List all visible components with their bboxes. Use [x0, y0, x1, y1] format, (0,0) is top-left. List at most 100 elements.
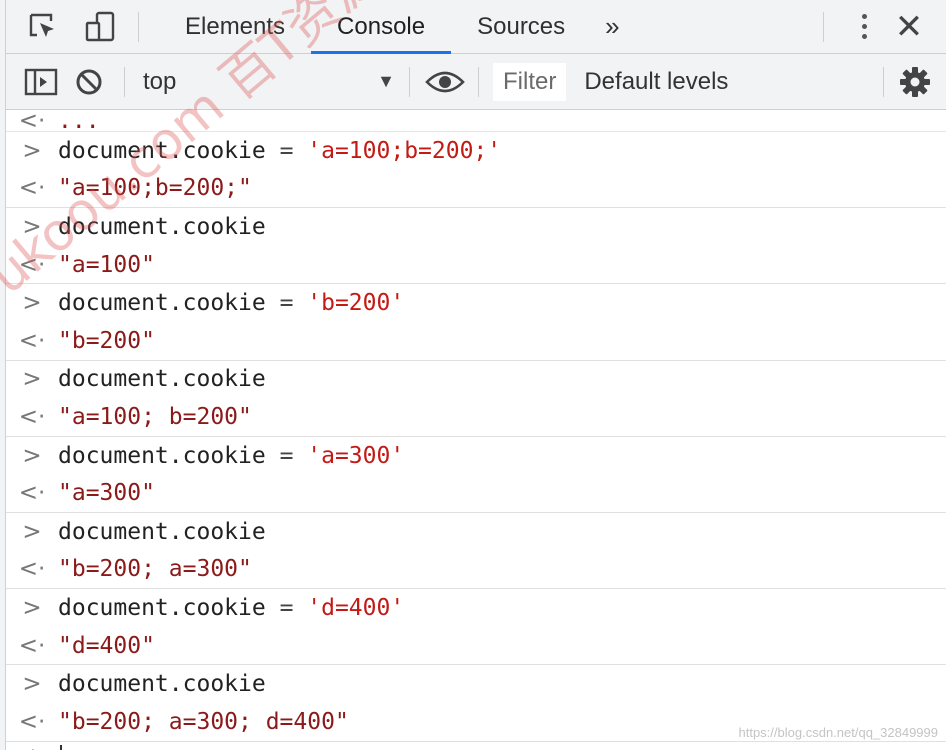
device-toolbar-icon[interactable] — [80, 7, 122, 47]
result-arrow-icon: <· — [18, 327, 46, 354]
console-entries: > document.cookie = 'a=100;b=200;' <· "a=10… — [6, 132, 946, 742]
input-text: document.cookie — [58, 671, 266, 697]
console-input-row: > document.cookie = 'd=400' — [6, 589, 946, 627]
caret-down-icon: ▼ — [377, 71, 395, 91]
console-input-row: > document.cookie — [6, 665, 946, 703]
eye-icon[interactable] — [424, 62, 466, 102]
expression: document.cookie — [58, 442, 266, 469]
console-toolbar: top ▼ Filter Default levels — [6, 54, 946, 110]
input-chevron-icon: > — [22, 671, 42, 698]
expression: document.cookie — [58, 213, 266, 240]
console-entry: > document.cookie <· "a=100; b=200" — [6, 361, 946, 437]
expression: document.cookie — [58, 366, 266, 393]
result-text: "a=100; b=200" — [58, 403, 252, 430]
input-chevron-icon: > — [22, 366, 42, 393]
console-input-row: > document.cookie = 'b=200' — [6, 284, 946, 322]
input-chevron-icon: > — [22, 137, 42, 164]
expression: document.cookie — [58, 290, 266, 317]
result-text: "b=200; a=300" — [58, 556, 252, 583]
console-input-row: > document.cookie — [6, 361, 946, 399]
tabbar-separator-right — [823, 11, 824, 42]
result-arrow-icon: <· — [18, 251, 46, 278]
operator: = — [265, 290, 308, 317]
expression: document.cookie — [58, 671, 266, 698]
result-text: "b=200" — [58, 327, 155, 354]
console-result-row: <· ... — [6, 110, 946, 134]
tab-sources[interactable]: Sources — [451, 0, 591, 53]
console-result-row: <· "a=100; b=200" — [6, 398, 946, 436]
input-text: document.cookie = 'a=100;b=200;' — [58, 138, 501, 164]
input-chevron-icon: > — [22, 518, 42, 545]
toolbar-separator-4 — [883, 66, 884, 97]
console-result-row: <· "a=100;b=200;" — [6, 170, 946, 208]
console-result-row: <· "a=100" — [6, 246, 946, 284]
input-text: document.cookie — [58, 214, 266, 240]
more-options-icon[interactable] — [844, 7, 884, 47]
result-text: "b=200; a=300; d=400" — [58, 708, 349, 735]
input-chevron-icon: > — [22, 442, 42, 469]
result-arrow-icon: <· — [18, 632, 46, 659]
console-entry: > document.cookie <· "b=200; a=300" — [6, 513, 946, 590]
log-levels-dropdown[interactable]: Default levels — [584, 68, 728, 96]
more-tabs-button[interactable]: » — [605, 11, 620, 42]
result-arrow-icon: <· — [18, 480, 46, 507]
toolbar-separator-2 — [409, 66, 410, 97]
toolbar-separator — [124, 66, 125, 97]
input-text: document.cookie — [58, 519, 266, 545]
input-chevron-icon: > — [22, 594, 42, 621]
input-text: document.cookie — [58, 366, 266, 392]
sidebar-toggle-icon[interactable] — [20, 62, 62, 102]
operator: = — [265, 137, 308, 164]
input-chevron-icon: > — [22, 213, 42, 240]
result-arrow-icon: <· — [18, 708, 46, 735]
console-input-row: > document.cookie — [6, 513, 946, 551]
text-caret — [60, 744, 62, 750]
clear-console-icon[interactable] — [68, 62, 110, 102]
devtools-tabbar: Elements Console Sources » ✕ — [6, 0, 946, 54]
filter-input[interactable]: Filter — [493, 62, 567, 101]
console-result-row: <· "b=200; a=300" — [6, 551, 946, 589]
credit-watermark: https://blog.csdn.net/qq_32849999 — [738, 725, 939, 740]
expression: document.cookie — [58, 518, 266, 545]
console-input-row: > document.cookie = 'a=100;b=200;' — [6, 132, 946, 170]
console-entry: > document.cookie = 'b=200' <· "b=200" — [6, 284, 946, 361]
tab-elements[interactable]: Elements — [159, 0, 311, 53]
inspect-element-icon[interactable] — [22, 7, 64, 47]
console-entry: > document.cookie <· "a=100" — [6, 208, 946, 285]
operator: = — [265, 594, 308, 621]
string-literal: 'd=400' — [307, 594, 405, 621]
result-arrow-icon: <· — [18, 403, 46, 430]
tab-console[interactable]: Console — [311, 0, 452, 54]
result-text: ... — [58, 110, 100, 134]
result-arrow-icon: <· — [18, 556, 46, 583]
console-result-row: <· "b=200" — [6, 322, 946, 360]
close-devtools-button[interactable]: ✕ — [884, 7, 934, 47]
console-result-row: <· "a=300" — [6, 474, 946, 512]
result-arrow-icon: <· — [18, 110, 46, 134]
gear-icon[interactable] — [894, 62, 936, 102]
expression: document.cookie — [58, 594, 266, 621]
console-entry: > document.cookie = 'a=100;b=200;' <· "a=10… — [6, 132, 946, 209]
console-input-row: > document.cookie = 'a=300' — [6, 437, 946, 475]
context-selector[interactable]: top ▼ — [143, 68, 403, 96]
console-entry: > document.cookie = 'a=300' <· "a=300" — [6, 437, 946, 513]
result-text: "d=400" — [58, 632, 155, 659]
toolbar-separator-3 — [478, 66, 479, 97]
prompt-chevron-icon: › — [31, 742, 38, 750]
string-literal: 'b=200' — [307, 290, 405, 317]
input-text: document.cookie = 'b=200' — [58, 290, 404, 316]
operator: = — [265, 442, 308, 469]
tabbar-separator — [138, 11, 139, 42]
console-prompt[interactable]: › — [6, 742, 946, 750]
result-arrow-icon: <· — [18, 175, 46, 202]
string-literal: 'a=300' — [307, 442, 405, 469]
input-text: document.cookie = 'a=300' — [58, 443, 404, 469]
console-entry: > document.cookie = 'd=400' <· "d=400" — [6, 589, 946, 666]
context-label: top — [143, 67, 177, 95]
result-text: "a=100;b=200;" — [58, 175, 252, 202]
console-output[interactable]: <· ... > document.cookie = 'a=100;b=200;'… — [6, 110, 946, 750]
expression: document.cookie — [58, 137, 266, 164]
input-text: document.cookie = 'd=400' — [58, 595, 404, 621]
string-literal: 'a=100;b=200;' — [307, 137, 502, 164]
result-text: "a=100" — [58, 251, 155, 278]
